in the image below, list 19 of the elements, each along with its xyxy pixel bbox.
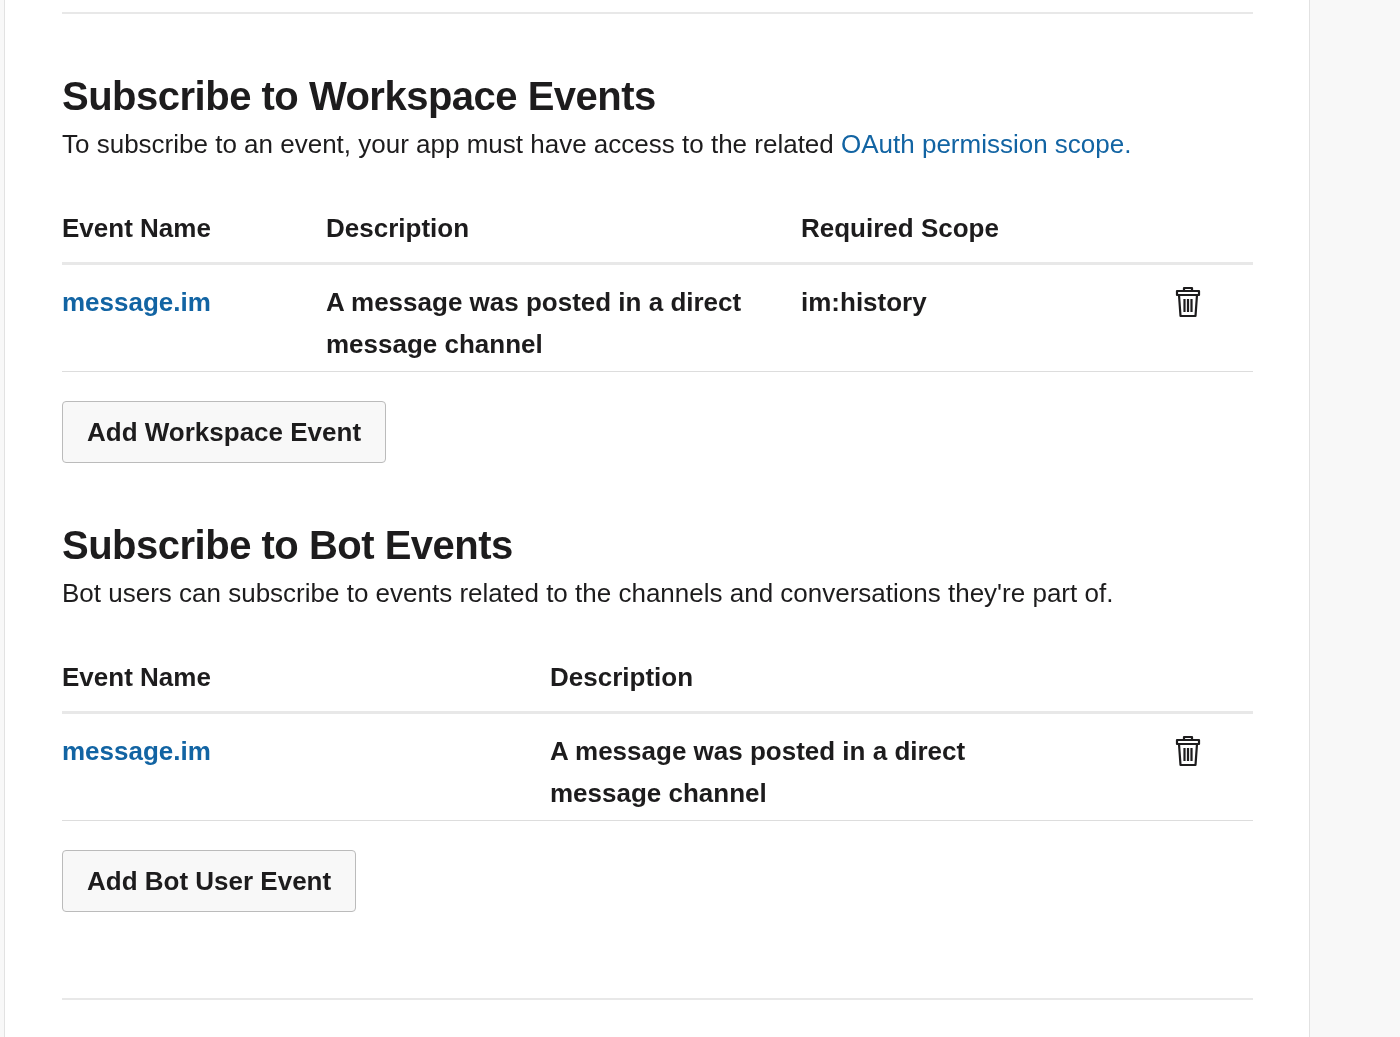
table-cell-text: im:history	[801, 286, 928, 319]
trash-icon[interactable]	[1175, 735, 1201, 767]
table-cell-text: A message was posted in a direct message channel	[550, 735, 967, 810]
section-description: To subscribe to an event, your app must have access to the related OAuth permission scope.	[62, 128, 1133, 161]
section-description: Bot users can subscribe to events related to the channels and conversations they're part of.	[62, 577, 1115, 610]
column-header: Description	[550, 661, 695, 694]
trash-icon[interactable]	[1175, 286, 1201, 318]
table-cell-text: A message was posted in a direct message channel	[326, 286, 743, 361]
section-heading: Subscribe to Bot Events	[62, 522, 514, 569]
event-link[interactable]: message.im	[62, 281, 211, 323]
add-event-button[interactable]: Add Bot User Event	[62, 850, 357, 912]
column-header: Event Name	[62, 661, 212, 694]
column-header: Required Scope	[801, 212, 1000, 245]
section-heading: Subscribe to Workspace Events	[62, 73, 657, 120]
add-event-button[interactable]: Add Workspace Event	[62, 401, 387, 463]
oauth-link[interactable]: OAuth permission scope.	[841, 129, 1132, 159]
event-link[interactable]: message.im	[62, 730, 211, 772]
column-header: Event Name	[62, 212, 212, 245]
column-header: Description	[326, 212, 471, 245]
